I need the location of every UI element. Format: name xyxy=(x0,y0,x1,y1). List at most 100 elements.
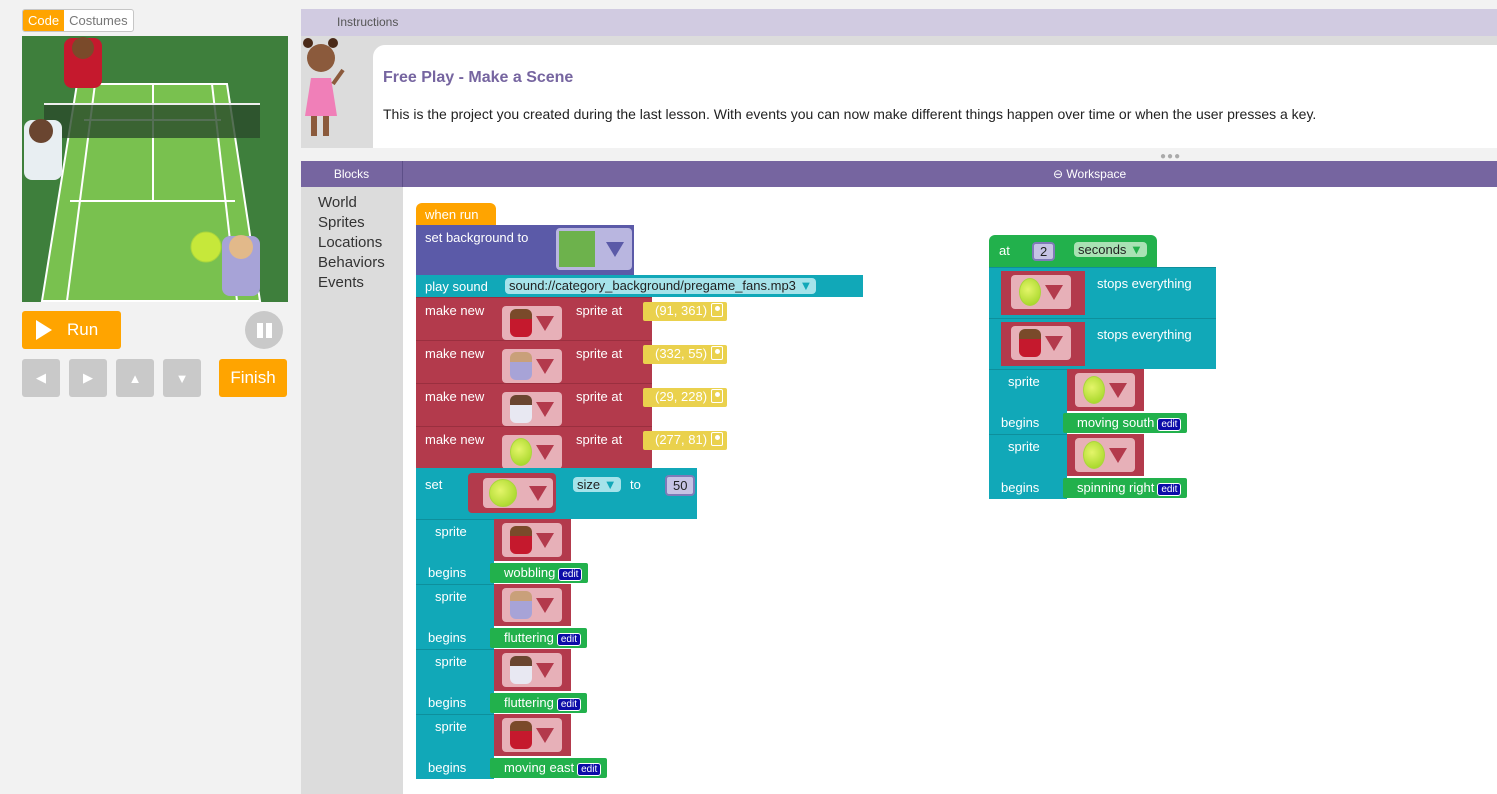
edit-behavior-button[interactable]: edit xyxy=(558,568,583,581)
location-input[interactable]: (29, 228) xyxy=(643,388,728,407)
girl-red-shirt-icon xyxy=(1019,329,1041,357)
sprite-dropdown[interactable] xyxy=(502,523,562,557)
right-arrow-button[interactable]: ▶ xyxy=(69,359,107,397)
seconds-value-input[interactable]: 2 xyxy=(1032,242,1056,261)
chevron-down-icon xyxy=(1045,335,1063,351)
toolbox-category-events[interactable]: Events xyxy=(318,273,403,293)
sprite-dropdown[interactable] xyxy=(502,392,562,426)
tab-code[interactable]: Code xyxy=(23,10,65,31)
sprite-slot xyxy=(494,649,571,691)
play-sound-block[interactable]: play sound sound://category_background/p… xyxy=(416,275,863,297)
make-new-sprite-block[interactable]: make new sprite at xyxy=(416,426,652,469)
tennis-ball-icon xyxy=(489,479,517,507)
edit-behavior-button[interactable]: edit xyxy=(556,633,581,646)
set-size-block[interactable]: set size ▼ to 50 xyxy=(416,468,697,519)
when-run-block[interactable]: when run xyxy=(416,203,496,225)
edit-behavior-button[interactable]: edit xyxy=(1157,418,1182,431)
toolbox-category-sprites[interactable]: Sprites xyxy=(318,213,403,233)
instructions-text: This is the project you created during t… xyxy=(383,106,1317,122)
sprite-dropdown[interactable] xyxy=(502,718,562,752)
run-label: Run xyxy=(67,320,99,339)
toolbox-category-locations[interactable]: Locations xyxy=(318,233,403,253)
location-input[interactable]: (332, 55) xyxy=(643,345,728,364)
instructions-bubble: Free Play - Make a Scene This is the pro… xyxy=(373,45,1497,148)
location-input[interactable]: (91, 361) xyxy=(643,302,728,321)
sprite-dropdown[interactable] xyxy=(502,306,562,340)
left-arrow-button[interactable]: ◀ xyxy=(22,359,60,397)
sprite-dropdown[interactable] xyxy=(1075,373,1135,407)
blocks-header: Blocks xyxy=(301,161,403,187)
property-dropdown[interactable]: size ▼ xyxy=(573,477,621,492)
make-new-sprite-block[interactable]: make new sprite at xyxy=(416,383,652,426)
sprite-begins-block[interactable]: sprite begins xyxy=(989,434,1067,499)
edit-behavior-button[interactable]: edit xyxy=(577,763,602,776)
behavior-block[interactable]: spinning right edit xyxy=(1063,478,1188,498)
finish-button[interactable]: Finish xyxy=(219,359,287,397)
behavior-block[interactable]: moving east edit xyxy=(490,758,608,778)
sprite-dropdown[interactable] xyxy=(1011,275,1071,309)
edit-behavior-button[interactable]: edit xyxy=(556,698,581,711)
sound-dropdown[interactable]: sound://category_background/pregame_fans… xyxy=(505,278,817,294)
workspace-header: ⊖ Workspace xyxy=(1053,167,1127,181)
sprite-dropdown[interactable] xyxy=(1011,326,1071,360)
toolbox-category-world[interactable]: World xyxy=(318,193,403,213)
tab-costumes[interactable]: Costumes xyxy=(64,10,133,31)
behavior-block[interactable]: wobbling edit xyxy=(490,563,589,583)
stops-everything-block[interactable]: stops everything xyxy=(989,318,1216,369)
location-pin-icon[interactable] xyxy=(711,389,724,403)
game-stage[interactable] xyxy=(22,36,288,302)
instructions-title: Free Play - Make a Scene xyxy=(383,69,574,86)
down-arrow-button[interactable]: ▼ xyxy=(163,359,201,397)
sprite-dropdown[interactable] xyxy=(1075,438,1135,472)
sprite-begins-block[interactable]: sprite begins xyxy=(989,369,1067,434)
make-new-sprite-block[interactable]: make new sprite at xyxy=(416,297,652,340)
mode-tabs: Code Costumes xyxy=(22,9,134,32)
sprite-slot xyxy=(494,714,571,756)
background-dropdown[interactable] xyxy=(556,228,632,270)
chevron-down-icon xyxy=(536,358,554,374)
behavior-block[interactable]: fluttering edit xyxy=(490,628,587,648)
size-value-input[interactable]: 50 xyxy=(665,475,696,496)
up-arrow-button[interactable]: ▲ xyxy=(116,359,154,397)
sprite-dropdown[interactable] xyxy=(468,473,556,513)
set-background-block[interactable]: set background to xyxy=(416,225,634,275)
girl-red-shirt-icon xyxy=(510,309,532,337)
boy-purple-shirt-icon xyxy=(510,591,532,619)
tennis-ball-icon xyxy=(1083,441,1105,469)
behavior-block[interactable]: moving south edit xyxy=(1063,413,1188,433)
sprite-begins-block[interactable]: sprite begins xyxy=(416,714,494,779)
chevron-down-icon xyxy=(536,597,554,613)
chevron-down-icon xyxy=(536,444,554,460)
chevron-down-icon xyxy=(536,315,554,331)
at-time-block[interactable]: at 2 seconds ▼ xyxy=(989,235,1157,267)
location-pin-icon[interactable] xyxy=(711,432,724,446)
sprite-begins-block[interactable]: sprite begins xyxy=(416,649,494,714)
sprite-dropdown[interactable] xyxy=(502,435,562,469)
chevron-down-icon xyxy=(536,662,554,678)
stops-everything-block[interactable]: stops everything xyxy=(989,267,1216,318)
sprite-begins-block[interactable]: sprite begins xyxy=(416,519,494,584)
behavior-block[interactable]: fluttering edit xyxy=(490,693,587,713)
location-pin-icon[interactable] xyxy=(711,346,724,360)
tennis-ball-icon xyxy=(1083,376,1105,404)
girl-red-shirt-icon xyxy=(510,721,532,749)
pause-button[interactable] xyxy=(245,311,283,349)
sprite-dropdown[interactable] xyxy=(502,653,562,687)
time-unit-dropdown[interactable]: seconds ▼ xyxy=(1074,242,1147,257)
tennis-ball-icon xyxy=(510,438,532,466)
sprite-dropdown[interactable] xyxy=(502,588,562,622)
chevron-down-icon xyxy=(606,241,624,257)
sprite-slot xyxy=(1067,434,1144,476)
sprite-dropdown[interactable] xyxy=(502,349,562,383)
location-pin-icon[interactable] xyxy=(711,303,724,317)
arrow-controls: ◀ ▶ ▲ ▼ xyxy=(22,359,201,397)
tennis-ball-icon xyxy=(1019,278,1041,306)
location-input[interactable]: (277, 81) xyxy=(643,431,728,450)
workspace[interactable]: when run set background to play sound so… xyxy=(403,187,1497,794)
make-new-sprite-block[interactable]: make new sprite at xyxy=(416,340,652,383)
toolbox-category-behaviors[interactable]: Behaviors xyxy=(318,253,403,273)
edit-behavior-button[interactable]: edit xyxy=(1157,483,1182,496)
run-button[interactable]: Run xyxy=(22,311,121,349)
chevron-down-icon xyxy=(536,727,554,743)
sprite-begins-block[interactable]: sprite begins xyxy=(416,584,494,649)
